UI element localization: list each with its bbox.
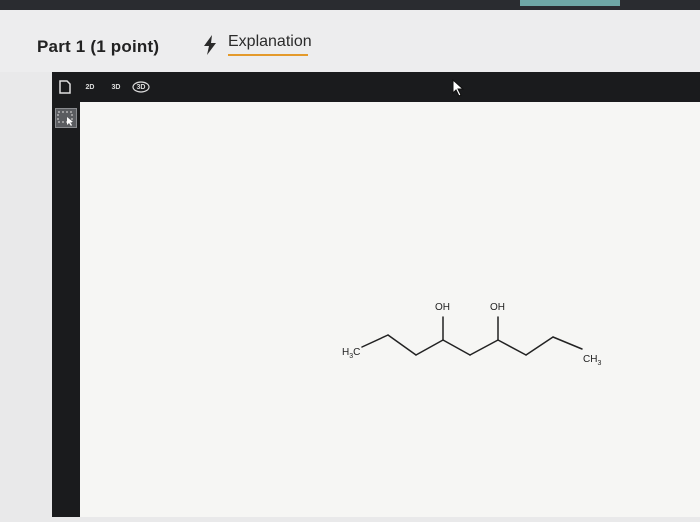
- editor-toolbar: 2D 3D 3D: [52, 72, 700, 102]
- left-methyl-label: H3C: [342, 347, 360, 360]
- question-header: Part 1 (1 point) Explanation: [0, 10, 700, 72]
- bond-c7-c8: [525, 336, 554, 356]
- bond-c4-c5: [442, 339, 471, 356]
- 3d-template-icon[interactable]: 3D: [108, 79, 124, 95]
- 2d-template-icon[interactable]: 2D: [82, 79, 98, 95]
- 3d-icon-label: 3D: [111, 83, 121, 91]
- 3d-view-icon-label: 3D: [136, 83, 146, 91]
- editor-left-toolbar: [52, 102, 80, 517]
- part-title: Part 1 (1 point): [37, 37, 160, 56]
- bond-c8-c9: [552, 336, 583, 350]
- select-lasso-icon: [57, 111, 73, 126]
- new-document-icon[interactable]: [58, 79, 72, 95]
- hydroxyl-label-2: OH: [490, 302, 505, 313]
- 2d-icon-label: 2D: [85, 83, 95, 91]
- mouse-cursor-icon: [452, 79, 465, 97]
- right-methyl-label: CH3: [583, 354, 601, 367]
- select-tool-button[interactable]: [55, 108, 77, 128]
- 3d-view-icon[interactable]: 3D: [132, 79, 150, 95]
- drawing-canvas[interactable]: H3C OH OH CH3: [80, 102, 700, 517]
- molecule-structure: H3C OH OH CH3: [342, 302, 601, 367]
- molecule-editor: 2D 3D 3D H3C OH OH CH3: [52, 72, 700, 517]
- bond-c2-c3: [387, 334, 417, 356]
- explanation-label: Explanation: [228, 33, 312, 50]
- bond-c6-c7: [497, 339, 527, 356]
- bond-c5-c6: [469, 339, 499, 356]
- lightning-icon: [204, 35, 216, 55]
- bond-c1-c2: [361, 334, 389, 348]
- explanation-underline: [228, 54, 308, 56]
- hydroxyl-label-1: OH: [435, 302, 450, 313]
- window-top-strip: [0, 0, 700, 10]
- bond-c3-c4: [415, 339, 444, 356]
- top-accent-strip: [520, 0, 620, 6]
